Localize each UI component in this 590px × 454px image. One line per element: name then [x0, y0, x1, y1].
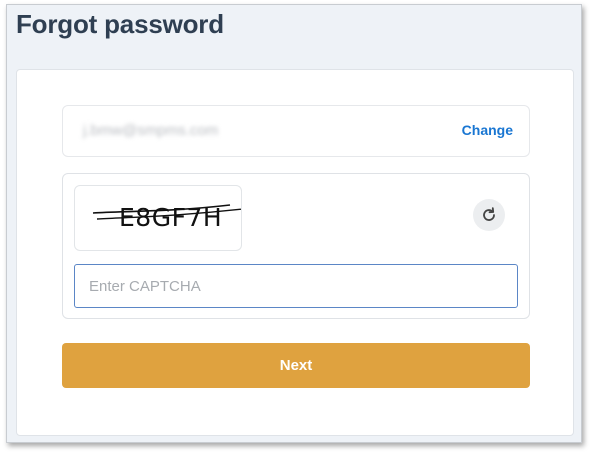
captcha-image: E8GF7H	[74, 185, 242, 251]
change-email-link[interactable]: Change	[462, 122, 513, 138]
email-value: j.bmw@smpms.com	[83, 122, 219, 139]
captcha-input[interactable]	[74, 264, 518, 308]
captcha-distortion-lines	[92, 204, 241, 220]
forgot-password-card: j.bmw@smpms.com Change E8GF7H Next	[16, 69, 574, 436]
refresh-icon	[483, 207, 495, 221]
email-row: j.bmw@smpms.com Change	[62, 105, 530, 157]
page-title: Forgot password	[16, 9, 224, 39]
forgot-password-window: Forgot password j.bmw@smpms.com Change E…	[6, 4, 582, 443]
next-button[interactable]: Next	[62, 343, 530, 388]
refresh-captcha-button[interactable]	[473, 199, 505, 231]
captcha-section: E8GF7H	[62, 173, 530, 319]
